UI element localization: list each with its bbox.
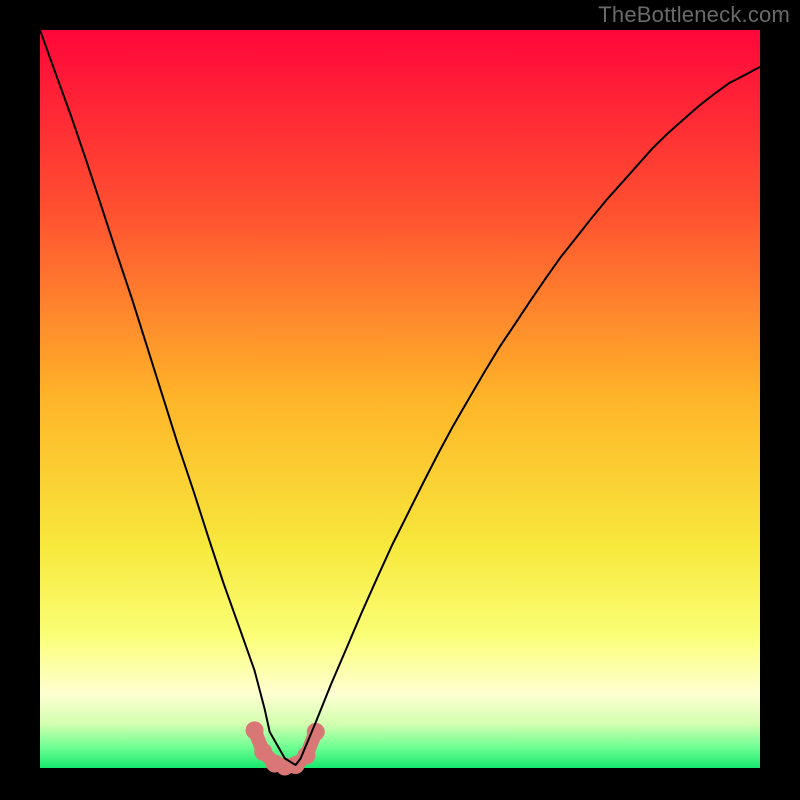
plot-background: [40, 30, 760, 768]
marker-dot: [297, 746, 315, 764]
bottleneck-chart: [0, 0, 800, 800]
marker-dot: [246, 721, 264, 739]
chart-frame: TheBottleneck.com: [0, 0, 800, 800]
attribution-text: TheBottleneck.com: [598, 2, 790, 28]
